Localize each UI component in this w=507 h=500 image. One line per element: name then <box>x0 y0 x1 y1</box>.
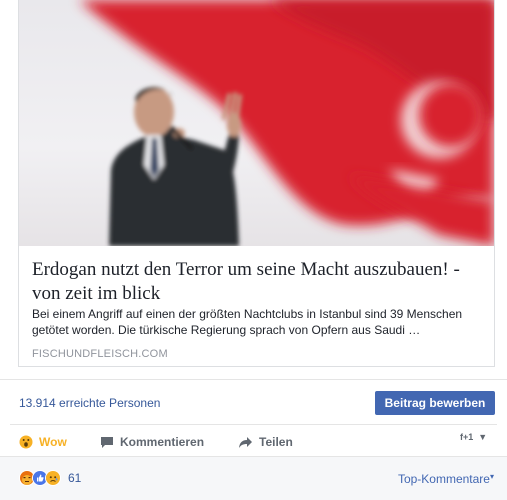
divider <box>10 424 497 425</box>
reaction-label: Wow <box>39 435 67 449</box>
article-description: Bei einem Angriff auf einen der größten … <box>32 307 463 337</box>
reaction-count: 61 <box>68 471 82 485</box>
article-photo <box>79 0 494 246</box>
comment-button[interactable]: Kommentieren <box>100 433 204 451</box>
article-domain: FISCHUNDFLEISCH.COM <box>32 348 168 360</box>
chevron-down-icon: ▼ <box>478 432 488 442</box>
comment-label: Kommentieren <box>120 435 205 449</box>
facebook-post: Erdogan nutzt den Terror um seine Macht … <box>0 0 507 500</box>
comment-sort-dropdown[interactable]: Top-Kommentare▾ <box>398 472 494 486</box>
action-bar: Wow Kommentieren Teilen <box>0 427 507 455</box>
reaction-button[interactable]: Wow <box>19 433 67 451</box>
post-footer: 61 Top-Kommentare▾ <box>0 456 507 500</box>
audience-icon: f+1 <box>460 432 474 442</box>
comment-sort-label: Top-Kommentare <box>397 472 490 486</box>
caret-down-icon: ▾ <box>489 472 494 481</box>
reach-link[interactable]: 13.914 erreichte Personen <box>19 396 160 410</box>
reaction-summary[interactable]: 61 <box>19 470 81 486</box>
share-button[interactable]: Teilen <box>238 433 293 451</box>
wow-emoji-icon <box>19 435 33 449</box>
comment-icon <box>100 436 114 449</box>
sad-emoji-icon <box>45 470 61 486</box>
share-label: Teilen <box>259 435 293 449</box>
article-image[interactable] <box>19 0 494 246</box>
boost-post-button[interactable]: Beitrag bewerben <box>375 391 495 415</box>
audience-selector[interactable]: f+1 ▼ <box>460 432 487 442</box>
link-preview-card[interactable]: Erdogan nutzt den Terror um seine Macht … <box>18 0 495 367</box>
share-icon <box>238 436 253 449</box>
divider <box>0 379 507 380</box>
article-title[interactable]: Erdogan nutzt den Terror um seine Macht … <box>32 258 487 306</box>
